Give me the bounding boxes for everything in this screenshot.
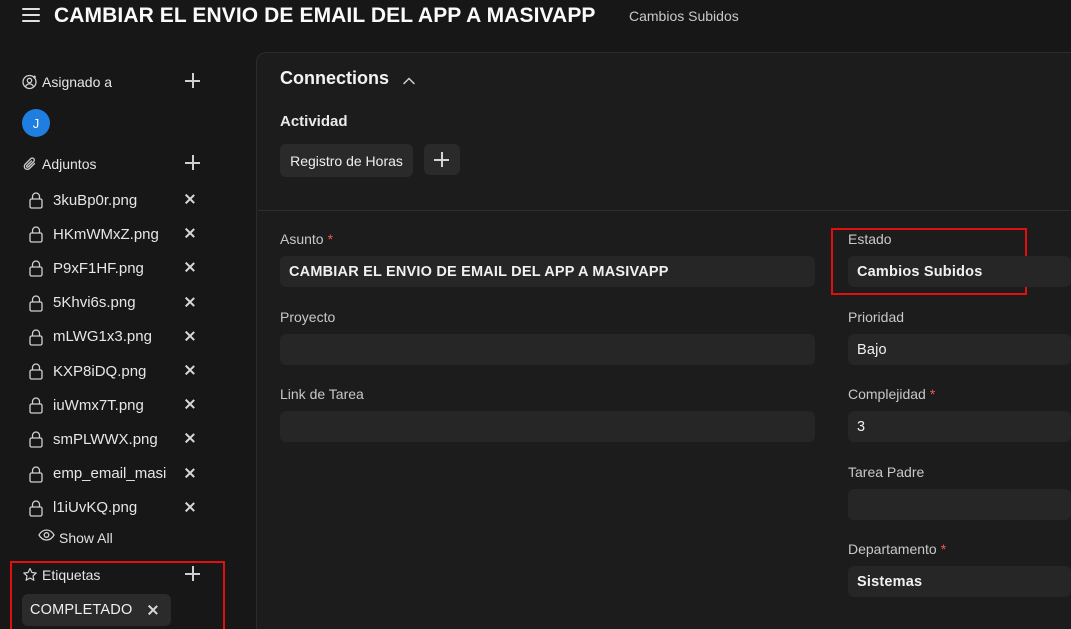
paperclip-icon (22, 156, 38, 172)
asunto-input[interactable]: CAMBIAR EL ENVIO DE EMAIL DEL APP A MASI… (280, 256, 815, 287)
attachment-item[interactable]: iuWmx7T.png (28, 394, 204, 416)
close-icon[interactable] (183, 329, 197, 343)
prioridad-select[interactable]: Bajo (848, 334, 1071, 365)
proyecto-label: Proyecto (280, 309, 336, 325)
attachment-name[interactable]: 3kuBp0r.png (53, 192, 183, 209)
attachment-name[interactable]: emp_email_masi (53, 465, 183, 482)
attachment-name[interactable]: KXP8iDQ.png (53, 363, 183, 380)
menu-icon[interactable] (22, 5, 40, 25)
add-attachment-button[interactable] (184, 154, 202, 172)
estado-select[interactable]: Cambios Subidos (848, 256, 1071, 287)
page-title: CAMBIAR EL ENVIO DE EMAIL DEL APP A MASI… (54, 4, 596, 27)
add-assignee-button[interactable] (184, 72, 202, 90)
status-indicator: Cambios Subidos (629, 8, 739, 24)
estado-label: Estado (848, 231, 892, 247)
attachments-section-header: Adjuntos (22, 152, 202, 176)
avatar[interactable]: J (22, 109, 50, 137)
tags-label: Etiquetas (42, 567, 101, 583)
close-icon[interactable] (183, 295, 197, 309)
close-icon[interactable] (183, 500, 197, 514)
attachments-label: Adjuntos (42, 156, 97, 172)
tag-chip[interactable]: COMPLETADO (22, 594, 171, 626)
lock-icon (28, 225, 44, 243)
eye-icon (38, 528, 55, 547)
close-icon[interactable] (183, 431, 197, 445)
tags-section-header: Etiquetas (22, 563, 202, 587)
lock-icon (28, 465, 44, 483)
lock-icon (28, 396, 44, 414)
link-tarea-label: Link de Tarea (280, 386, 364, 402)
user-plus-icon (22, 74, 38, 90)
proyecto-input[interactable] (280, 334, 815, 365)
lock-icon (28, 328, 44, 346)
close-icon[interactable] (183, 192, 197, 206)
attachment-item[interactable]: KXP8iDQ.png (28, 360, 204, 382)
attachment-name[interactable]: iuWmx7T.png (53, 397, 183, 414)
close-icon[interactable] (183, 466, 197, 480)
attachment-item[interactable]: 3kuBp0r.png (28, 189, 204, 211)
time-log-button[interactable]: Registro de Horas (280, 144, 413, 177)
tarea-padre-input[interactable] (848, 489, 1071, 520)
star-icon (22, 567, 38, 583)
attachment-name[interactable]: l1iUvKQ.png (53, 499, 183, 516)
add-tag-button[interactable] (184, 565, 202, 583)
asunto-label: Asunto * (280, 231, 334, 247)
assigned-label: Asignado a (42, 74, 113, 90)
attachment-item[interactable]: P9xF1HF.png (28, 257, 204, 279)
attachment-item[interactable]: emp_email_masi (28, 463, 204, 485)
departamento-select[interactable]: Sistemas (848, 566, 1071, 597)
prioridad-label: Prioridad (848, 309, 905, 325)
complejidad-label: Complejidad * (848, 386, 936, 402)
section-divider (258, 210, 1071, 211)
attachment-name[interactable]: 5Khvi6s.png (53, 294, 183, 311)
attachment-item[interactable]: l1iUvKQ.png (28, 497, 204, 519)
show-all-button[interactable]: Show All (38, 528, 113, 547)
connections-title: Connections (280, 68, 390, 88)
lock-icon (28, 259, 44, 278)
activity-label: Actividad (280, 113, 348, 130)
attachment-name[interactable]: P9xF1HF.png (53, 260, 183, 277)
lock-icon (28, 499, 44, 517)
add-activity-button[interactable] (424, 144, 460, 175)
attachment-item[interactable]: HKmWMxZ.png (28, 223, 204, 245)
attachment-name[interactable]: mLWG1x3.png (53, 328, 183, 345)
chevron-up-icon[interactable] (401, 73, 417, 89)
link-tarea-input[interactable] (280, 411, 815, 442)
lock-icon (28, 294, 44, 312)
attachment-item[interactable]: mLWG1x3.png (28, 326, 204, 348)
attachment-item[interactable]: 5Khvi6s.png (28, 292, 204, 314)
page-header: CAMBIAR EL ENVIO DE EMAIL DEL APP A MASI… (0, 0, 1071, 34)
lock-icon (28, 362, 44, 380)
assigned-section-header: Asignado a (22, 70, 202, 94)
close-icon[interactable] (183, 363, 197, 377)
attachment-name[interactable]: smPLWWX.png (53, 431, 183, 448)
show-all-label: Show All (59, 529, 113, 546)
complejidad-select[interactable]: 3 (848, 411, 1071, 442)
attachment-name[interactable]: HKmWMxZ.png (53, 226, 183, 243)
tarea-padre-label: Tarea Padre (848, 464, 925, 480)
lock-icon (28, 430, 44, 449)
close-icon[interactable] (146, 603, 160, 617)
attachment-item[interactable]: smPLWWX.png (28, 428, 204, 450)
close-icon[interactable] (183, 226, 197, 240)
close-icon[interactable] (183, 397, 197, 411)
lock-icon (28, 191, 44, 209)
close-icon[interactable] (183, 260, 197, 274)
tag-label: COMPLETADO (30, 602, 133, 618)
departamento-label: Departamento * (848, 541, 947, 557)
